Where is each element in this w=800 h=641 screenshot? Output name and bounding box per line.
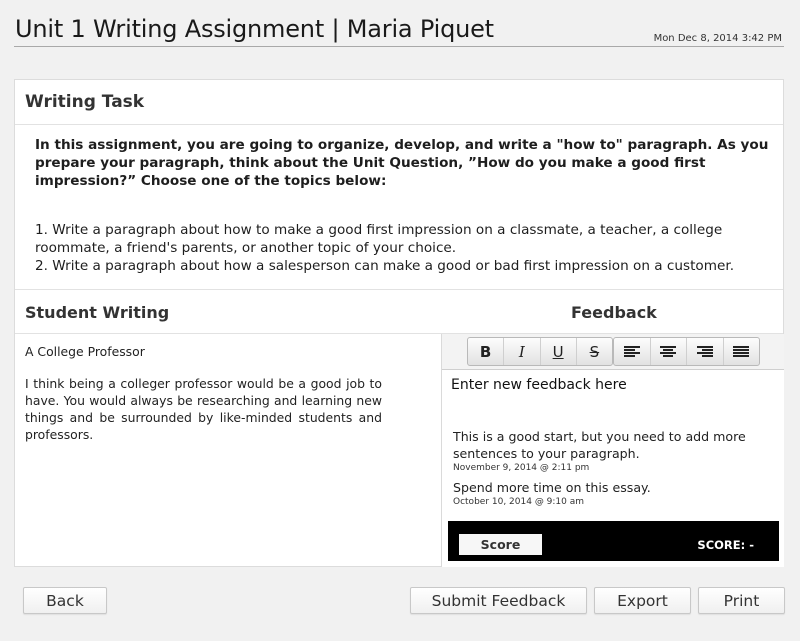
student-writing-heading: Student Writing [25, 303, 170, 322]
writing-task-heading: Writing Task [25, 92, 145, 112]
italic-button[interactable]: I [504, 338, 541, 365]
align-justify-button[interactable] [724, 338, 760, 365]
align-left-icon [623, 345, 640, 358]
feedback-list: This is a good start, but you need to ad… [453, 428, 773, 513]
feedback-editor: B I U S Enter new feedback here This is … [442, 334, 784, 567]
underline-button[interactable]: U [541, 338, 577, 365]
submit-feedback-button[interactable]: Submit Feedback [410, 587, 587, 614]
text-format-group: B I U S [467, 337, 613, 366]
export-button[interactable]: Export [594, 587, 691, 614]
print-button[interactable]: Print [698, 587, 785, 614]
strikethrough-button[interactable]: S [577, 338, 612, 365]
task-options: 1. Write a paragraph about how to make a… [35, 221, 775, 275]
essay-title: A College Professor [25, 344, 145, 359]
page-header: Unit 1 Writing Assignment | Maria Piquet… [14, 0, 784, 47]
align-center-icon [660, 345, 677, 358]
essay-text: I think being a colleger professor would… [25, 376, 382, 442]
score-value: SCORE: - [697, 538, 754, 552]
score-button[interactable]: Score [459, 534, 542, 555]
assignment-panel: Writing Task In this assignment, you are… [14, 79, 784, 567]
underline-icon: U [552, 342, 564, 361]
italic-icon: I [518, 342, 525, 361]
feedback-heading: Feedback [571, 303, 657, 322]
align-center-button[interactable] [651, 338, 687, 365]
align-right-icon [696, 345, 713, 358]
strikethrough-icon: S [589, 342, 600, 361]
new-feedback-input[interactable]: Enter new feedback here [451, 377, 627, 393]
alignment-group [613, 337, 760, 366]
task-intro: In this assignment, you are going to org… [35, 137, 769, 189]
editor-toolbar: B I U S [442, 334, 784, 370]
feedback-date: October 10, 2014 @ 9:10 am [453, 497, 585, 507]
feedback-text: This is a good start, but you need to ad… [453, 429, 746, 461]
align-justify-icon [733, 345, 750, 358]
divider [15, 289, 783, 290]
task-description: In this assignment, you are going to org… [35, 136, 775, 275]
task-option: 1. Write a paragraph about how to make a… [35, 222, 723, 256]
header-date: Mon Dec 8, 2014 3:42 PM [653, 33, 782, 44]
feedback-text: Spend more time on this essay. [453, 480, 651, 495]
back-button[interactable]: Back [23, 587, 107, 614]
bold-button[interactable]: B [468, 338, 505, 365]
align-left-button[interactable] [614, 338, 651, 365]
feedback-item: Spend more time on this essay. October 1… [453, 479, 773, 507]
feedback-date: November 9, 2014 @ 2:11 pm [453, 463, 590, 473]
page-title: Unit 1 Writing Assignment | Maria Piquet [15, 15, 494, 43]
score-bar: Score SCORE: - [448, 521, 779, 561]
writing-task-header: Writing Task [15, 80, 783, 125]
align-right-button[interactable] [687, 338, 724, 365]
task-option: 2. Write a paragraph about how a salespe… [35, 258, 735, 274]
bold-icon: B [479, 342, 492, 361]
feedback-item: This is a good start, but you need to ad… [453, 428, 773, 473]
